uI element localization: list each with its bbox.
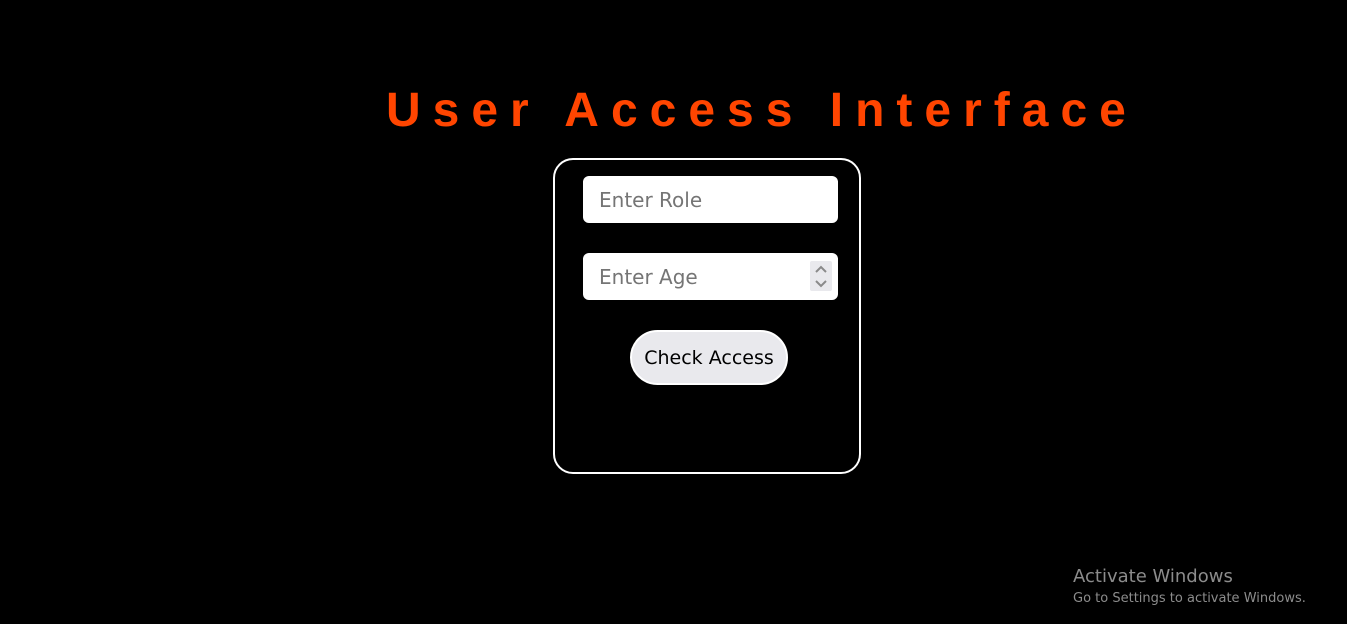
age-decrement-button[interactable]: [810, 276, 832, 291]
watermark-title: Activate Windows: [1073, 566, 1233, 587]
age-spinner[interactable]: [810, 261, 832, 291]
page-title: User Access Interface: [386, 84, 1138, 137]
role-input[interactable]: [583, 176, 838, 223]
age-increment-button[interactable]: [810, 261, 832, 276]
activate-windows-watermark: Activate Windows Go to Settings to activ…: [1073, 565, 1306, 609]
chevron-down-icon: [815, 279, 827, 287]
age-input[interactable]: [583, 253, 838, 300]
check-access-button[interactable]: Check Access: [630, 330, 788, 385]
age-field[interactable]: [583, 253, 838, 300]
access-form-card: Check Access: [553, 158, 861, 474]
role-field[interactable]: [583, 176, 838, 223]
watermark-subtitle: Go to Settings to activate Windows.: [1073, 591, 1306, 606]
chevron-up-icon: [815, 265, 827, 273]
